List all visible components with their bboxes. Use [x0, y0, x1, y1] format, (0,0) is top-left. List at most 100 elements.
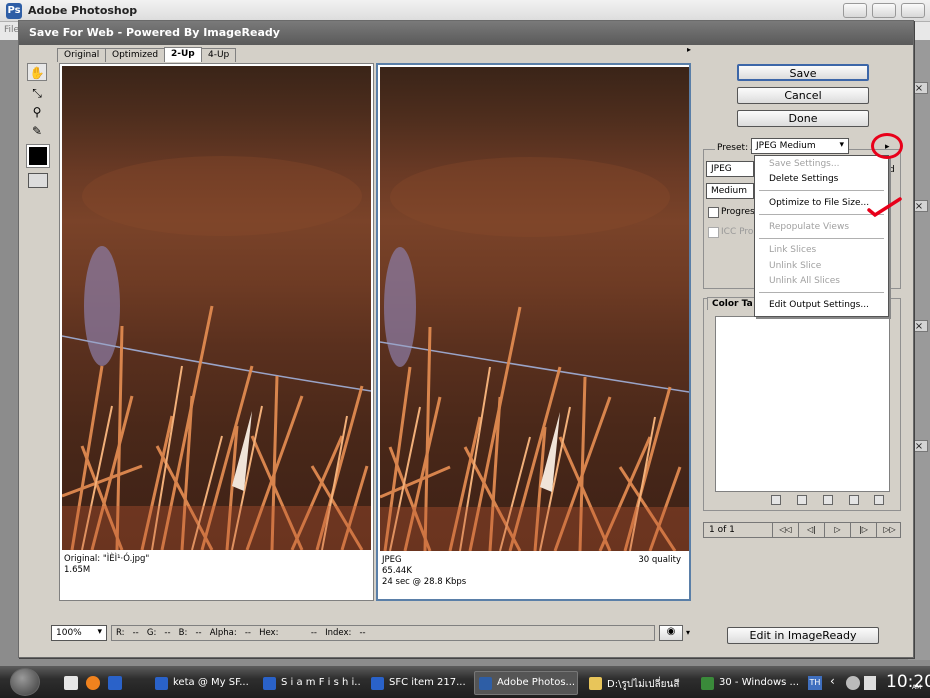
menu-item-unlink-all-slices[interactable]: Unlink All Slices — [769, 276, 840, 286]
taskbar-item-label: Adobe Photos... — [497, 677, 576, 688]
edit-in-imageready-button[interactable]: Edit in ImageReady — [727, 627, 879, 644]
preset-label: Preset: — [715, 143, 751, 153]
internet-explorer-icon — [263, 677, 276, 690]
tab-4up[interactable]: 4-Up — [201, 48, 237, 62]
play-button[interactable]: ▷ — [824, 523, 850, 537]
original-filesize: 1.65M — [64, 565, 91, 575]
volume-icon[interactable] — [864, 676, 876, 690]
zoom-dropdown[interactable]: 100% ▾ — [51, 625, 107, 641]
menu-item-edit-output-settings[interactable]: Edit Output Settings... — [769, 300, 869, 310]
dialog-titlebar: Save For Web - Powered By ImageReady — [19, 21, 913, 45]
chevron-left-icon[interactable]: ‹ — [830, 674, 835, 688]
menu-item-link-slices[interactable]: Link Slices — [769, 245, 816, 255]
taskbar-item-label: 30 - Windows ... — [719, 677, 800, 688]
color-table-tab[interactable]: Color Ta — [707, 297, 758, 310]
maximize-button[interactable] — [872, 3, 896, 18]
start-button[interactable] — [10, 668, 40, 696]
cancel-button[interactable]: Cancel — [737, 87, 869, 104]
previous-frame-button[interactable]: ◁| — [798, 523, 824, 537]
tab-2up[interactable]: 2-Up — [164, 47, 202, 62]
optimized-download-time: 24 sec @ 28.8 Kbps — [382, 577, 467, 587]
clock[interactable]: 10:20 — [886, 672, 930, 692]
map-color-icon[interactable] — [771, 495, 781, 505]
taskbar-item-photoshop[interactable]: Adobe Photos... — [474, 671, 578, 695]
eyedropper-color-swatch[interactable] — [26, 144, 50, 168]
hand-tool-icon[interactable]: ✋ — [27, 63, 47, 81]
last-frame-button[interactable]: ▷▷ — [876, 523, 902, 537]
menu-separator — [759, 292, 884, 293]
color-table-area — [715, 316, 890, 492]
original-image-pane[interactable]: Original: "ÌÈÌ¹·Ó.jpg" 1.65M — [59, 63, 374, 601]
icc-profile-checkbox[interactable] — [708, 227, 719, 238]
taskbar: keta @ My SF... S i a m F i s h i... SFC… — [0, 666, 930, 698]
new-color-icon[interactable] — [849, 495, 859, 505]
trash-icon[interactable] — [874, 495, 884, 505]
taskbar-item-label: S i a m F i s h i... — [281, 677, 362, 688]
next-frame-button[interactable]: |▷ — [850, 523, 876, 537]
menu-file[interactable]: File — [4, 25, 19, 35]
save-for-web-dialog: Save For Web - Powered By ImageReady Ori… — [18, 20, 914, 658]
zoom-tool-icon[interactable]: ⚲ — [27, 102, 47, 120]
app-title: Adobe Photoshop — [28, 4, 138, 17]
first-frame-button[interactable]: ◁◁ — [772, 523, 798, 537]
file-format-dropdown[interactable]: JPEG — [706, 161, 754, 177]
browser-menu-arrow-icon[interactable]: ▾ — [686, 628, 690, 637]
color-readout: R: -- G: -- B: -- Alpha: -- Hex: -- Inde… — [111, 625, 655, 641]
internet-explorer-icon[interactable] — [108, 676, 122, 690]
toggle-slices-icon[interactable] — [28, 173, 48, 188]
menu-item-repopulate-views[interactable]: Repopulate Views — [769, 222, 849, 232]
save-button[interactable]: Save — [737, 64, 869, 81]
optimized-photo — [380, 67, 689, 551]
optimized-info: JPEG 65.44K 24 sec @ 28.8 Kbps — [382, 555, 466, 588]
internet-explorer-icon — [371, 677, 384, 690]
frame-count: 1 of 1 — [709, 525, 735, 535]
network-icon[interactable] — [846, 676, 860, 690]
menu-separator — [759, 190, 884, 191]
taskbar-item[interactable]: D:\รูปไม่เปลี่ยนสี — [584, 671, 692, 695]
optimized-image-pane[interactable]: JPEG 65.44K 24 sec @ 28.8 Kbps 30 qualit… — [376, 63, 691, 601]
taskbar-item[interactable]: SFC item 217... — [366, 671, 470, 695]
menu-item-unlink-slice[interactable]: Unlink Slice — [769, 261, 821, 271]
optimize-menu-arrow-icon[interactable]: ▸ — [885, 142, 890, 152]
clock-ampm: AM — [912, 684, 922, 691]
minimize-button[interactable] — [843, 3, 867, 18]
chevron-down-icon: ▾ — [97, 627, 102, 637]
close-button[interactable] — [901, 3, 925, 18]
view-menu-arrow-icon[interactable]: ▸ — [687, 45, 691, 54]
tab-original[interactable]: Original — [57, 48, 107, 62]
preview-in-browser-icon[interactable]: ◉ — [659, 625, 683, 641]
taskbar-item-label: D:\รูปไม่เปลี่ยนสี — [607, 679, 680, 690]
menu-item-optimize-to-file-size[interactable]: Optimize to File Size... — [769, 198, 869, 208]
show-desktop-icon[interactable] — [64, 676, 78, 690]
menu-item-delete-settings[interactable]: Delete Settings — [769, 174, 838, 184]
optimized-filesize: 65.44K — [382, 566, 412, 576]
web-snap-icon[interactable] — [797, 495, 807, 505]
photoshop-logo-icon: Ps — [6, 3, 22, 19]
menu-item-save-settings[interactable]: Save Settings... — [769, 159, 839, 169]
eyedropper-tool-icon[interactable]: ✎ — [27, 121, 47, 139]
slice-select-tool-icon[interactable]: ⤡ — [27, 83, 47, 101]
original-info: Original: "ÌÈÌ¹·Ó.jpg" 1.65M — [64, 554, 149, 576]
language-icon[interactable]: TH — [808, 676, 822, 690]
taskbar-item[interactable]: 30 - Windows ... — [696, 671, 800, 695]
compression-quality-dropdown[interactable]: Medium — [706, 183, 754, 199]
firefox-icon[interactable] — [86, 676, 100, 690]
taskbar-item[interactable]: keta @ My SF... — [150, 671, 254, 695]
progressive-checkbox[interactable] — [708, 207, 719, 218]
photoshop-icon — [479, 677, 492, 690]
animation-navigator: 1 of 1 ◁◁ ◁| ▷ |▷ ▷▷ — [703, 522, 901, 538]
zoom-value: 100% — [56, 628, 82, 638]
lock-color-icon[interactable] — [823, 495, 833, 505]
preset-value: JPEG Medium — [756, 141, 816, 151]
taskbar-item[interactable]: S i a m F i s h i... — [258, 671, 362, 695]
annotation-checkmark-icon — [867, 197, 902, 218]
quality-value: Medium — [711, 186, 747, 196]
format-value: JPEG — [711, 164, 732, 174]
windows-live-icon — [701, 677, 714, 690]
taskbar-item-label: keta @ My SF... — [173, 677, 249, 688]
optimize-flyout-menu: Save Settings... Delete Settings Optimiz… — [754, 155, 889, 317]
preset-dropdown[interactable]: JPEG Medium ▾ — [751, 138, 849, 154]
internet-explorer-icon — [155, 677, 168, 690]
tab-optimized[interactable]: Optimized — [105, 48, 166, 62]
done-button[interactable]: Done — [737, 110, 869, 127]
